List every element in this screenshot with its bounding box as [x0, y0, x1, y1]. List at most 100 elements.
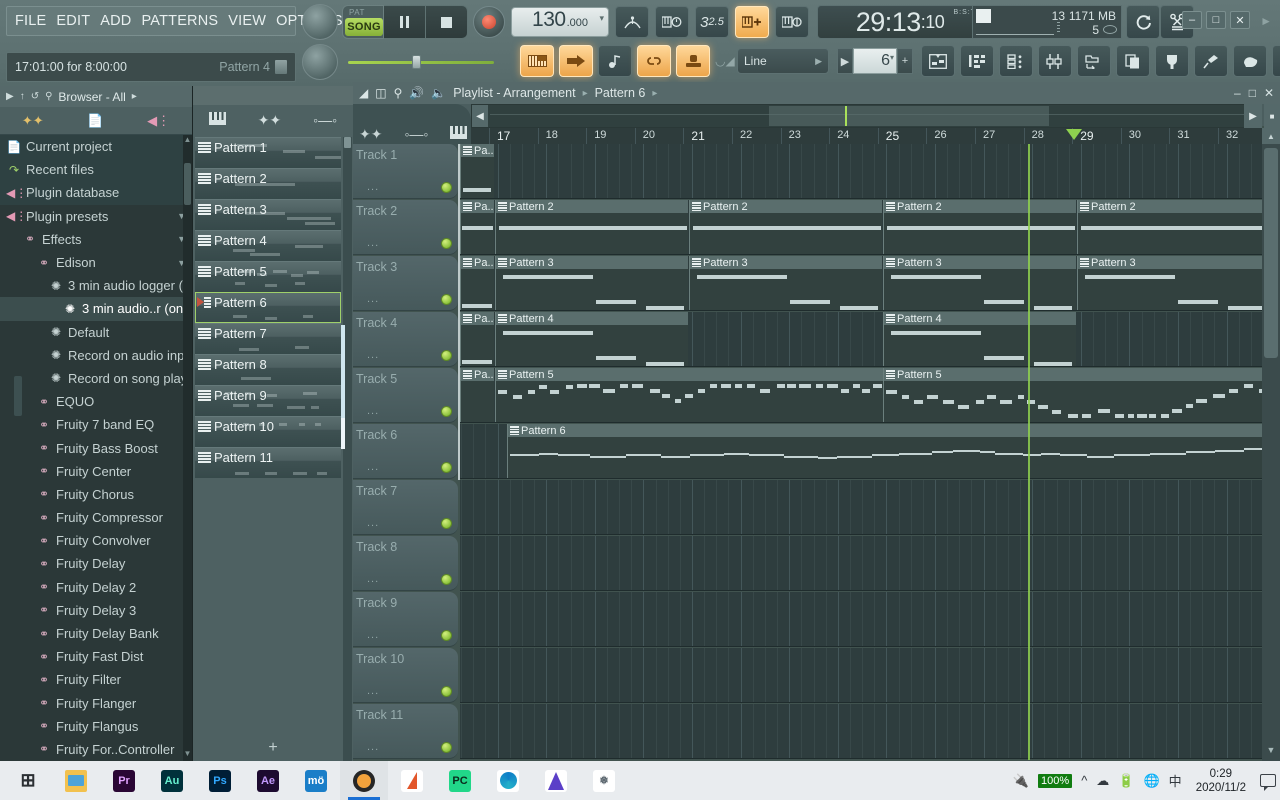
- overview-left-button[interactable]: ◀: [472, 105, 488, 127]
- playlist-clip[interactable]: Pattern 2: [495, 200, 688, 255]
- track-header-4[interactable]: Track 4...: [353, 312, 458, 367]
- network-icon[interactable]: 🌐: [1143, 773, 1159, 789]
- playlist-clip[interactable]: Pa..1: [460, 144, 494, 199]
- pattern-item-11[interactable]: Pattern 11: [195, 447, 341, 478]
- browser-item-fruity-delay-2[interactable]: ⚭ Fruity Delay 2: [0, 576, 192, 599]
- tray-expand-icon[interactable]: ^: [1081, 773, 1087, 788]
- menu-item-view[interactable]: VIEW: [228, 13, 266, 29]
- song-mode-label[interactable]: SONG: [345, 18, 383, 36]
- playhead-marker[interactable]: [1066, 129, 1082, 140]
- piano-roll-button[interactable]: [520, 45, 554, 77]
- playlist-clip[interactable]: Pa..4: [460, 312, 494, 367]
- step-sequencer-button[interactable]: [559, 45, 593, 77]
- pattern-item-9[interactable]: Pattern 9: [195, 385, 341, 416]
- browser-item-fruity-chorus[interactable]: ⚭ Fruity Chorus: [0, 483, 192, 506]
- zoom-icon[interactable]: ⚲: [394, 86, 403, 100]
- track-enable-led[interactable]: [441, 574, 452, 585]
- track-options-icon[interactable]: ...: [367, 181, 379, 193]
- playlist-scroll-up-icon[interactable]: ▲: [1262, 128, 1280, 144]
- playlist-clip[interactable]: Pattern 6: [507, 424, 1262, 479]
- browser-button[interactable]: [1077, 45, 1111, 77]
- track-options-icon[interactable]: ...: [367, 517, 379, 529]
- browser-item-record-on-song-playback[interactable]: ✺ Record on song playback: [0, 367, 192, 390]
- taskbar-adobe-audition[interactable]: Au: [148, 761, 196, 800]
- browser-item-fruity-7-band-eq[interactable]: ⚭ Fruity 7 band EQ: [0, 413, 192, 436]
- taskbar-pycharm[interactable]: PC: [436, 761, 484, 800]
- track-header-10[interactable]: Track 10...: [353, 648, 458, 703]
- power-plug-icon[interactable]: 🔌: [1013, 773, 1029, 789]
- track-lane-9[interactable]: [460, 592, 1262, 647]
- taskbar-musescore[interactable]: mö: [292, 761, 340, 800]
- onedrive-icon[interactable]: ☁: [1096, 773, 1109, 789]
- export-button[interactable]: [1272, 45, 1280, 77]
- track-lane-2[interactable]: Pa..2 Pattern 2 Pattern 2 Pattern 2 Pattern …: [460, 200, 1262, 255]
- notifications-icon[interactable]: [1260, 774, 1276, 787]
- taskbar-unknown-purple-app[interactable]: [532, 761, 580, 800]
- browser-menu-arrow-icon[interactable]: ▶: [6, 91, 14, 102]
- time-display-panel[interactable]: 29:13 :10 B:S:T: [817, 5, 983, 39]
- automation-tab-icon[interactable]: ◦—◦: [313, 112, 337, 128]
- taskbar-adobe-after-effects[interactable]: Ae: [244, 761, 292, 800]
- master-pitch-knob[interactable]: [302, 4, 338, 40]
- project-bones-button[interactable]: [1194, 45, 1228, 77]
- playlist-clip[interactable]: Pattern 2: [1077, 200, 1262, 255]
- taskbar-adobe-premiere[interactable]: Pr: [100, 761, 148, 800]
- track-options-icon[interactable]: ...: [367, 237, 379, 249]
- browser-item-default[interactable]: ✺ Default: [0, 321, 192, 344]
- track-enable-led[interactable]: [441, 350, 452, 361]
- menu-item-add[interactable]: ADD: [100, 13, 131, 29]
- pattern-item-3[interactable]: Pattern 3: [195, 199, 341, 230]
- browser-item-current-project[interactable]: 📄 Current project: [0, 135, 192, 158]
- chan-mode-icon[interactable]: ◦—◦: [404, 126, 428, 143]
- mixer-button[interactable]: [921, 45, 955, 77]
- browser-item-fruity-center[interactable]: ⚭ Fruity Center: [0, 460, 192, 483]
- track-options-icon[interactable]: ...: [367, 573, 379, 585]
- track-lane-4[interactable]: Pa..4Pattern 4Pattern 4: [460, 312, 1262, 367]
- taskbar-snowflake-app[interactable]: ❅: [580, 761, 628, 800]
- pattern-scrollbar[interactable]: [343, 137, 352, 761]
- playlist-clip[interactable]: Pa..2: [460, 200, 494, 255]
- browser-resize-grip[interactable]: [14, 376, 22, 416]
- playlist-close-button[interactable]: ✕: [1264, 86, 1274, 100]
- pattern-item-1[interactable]: Pattern 1: [195, 137, 341, 168]
- playlist-ruler[interactable]: 17 18 19 20 21 22 23 24 25 26 27 28 29 30 31 32: [471, 128, 1262, 144]
- track-enable-led[interactable]: [441, 742, 452, 753]
- pat-mode-icon[interactable]: [450, 126, 467, 143]
- detached-icon[interactable]: ◢: [359, 86, 368, 100]
- track-lane-11[interactable]: [460, 704, 1262, 759]
- browser-item-fruity-flangus[interactable]: ⚭ Fruity Flangus: [0, 715, 192, 738]
- ime-language-icon[interactable]: 中: [1169, 771, 1182, 790]
- typing-keyboard-to-piano-button[interactable]: [735, 6, 769, 38]
- pattern-item-4[interactable]: Pattern 4: [195, 230, 341, 261]
- track-lane-5[interactable]: Pa..5Pattern 5Pattern 5: [460, 368, 1262, 423]
- playlist-clip[interactable]: Pa..5: [460, 368, 494, 423]
- browser-item-fruity-bass-boost[interactable]: ⚭ Fruity Bass Boost: [0, 436, 192, 459]
- browser-item-3-min-audio-r-on-play[interactable]: ✺3 min audio..r (on play): [0, 297, 192, 320]
- pattern-item-7[interactable]: Pattern 7: [195, 323, 341, 354]
- playlist-minimize-button[interactable]: –: [1234, 86, 1241, 100]
- track-header-3[interactable]: Track 3...: [353, 256, 458, 311]
- playlist-clip[interactable]: Pattern 4: [883, 312, 1076, 367]
- track-header-1[interactable]: Track 1...: [353, 144, 458, 199]
- browser-item-fruity-flanger[interactable]: ⚭ Fruity Flanger: [0, 692, 192, 715]
- track-options-icon[interactable]: ...: [367, 461, 379, 473]
- track-enable-led[interactable]: [441, 406, 452, 417]
- playlist-tracks[interactable]: Track 1...Pa..1Track 2...Pa..2Pattern 2P…: [353, 144, 1262, 761]
- playlist-clip[interactable]: Pattern 2: [689, 200, 882, 255]
- playlist-clip[interactable]: Pattern 4: [495, 312, 688, 367]
- playlist-window-button[interactable]: [999, 45, 1033, 77]
- taskbar-matlab[interactable]: [388, 761, 436, 800]
- tempo-spinner-icon[interactable]: ▾: [599, 14, 604, 22]
- solo-icon[interactable]: 🔈: [431, 86, 446, 100]
- stop-button[interactable]: [426, 5, 468, 39]
- playlist-scroll-down-icon[interactable]: ▼: [1262, 745, 1280, 761]
- track-options-icon[interactable]: ...: [367, 741, 379, 753]
- refresh-plugins-button[interactable]: [1126, 5, 1160, 39]
- track-header-11[interactable]: Track 11...: [353, 704, 458, 759]
- playlist-current-pattern[interactable]: Pattern 6: [595, 86, 646, 100]
- midi-keyboard-button[interactable]: [775, 6, 809, 38]
- close-button[interactable]: ✕: [1230, 11, 1250, 29]
- track-enable-led[interactable]: [441, 630, 452, 641]
- waveform-tab-icon[interactable]: ✦✦: [22, 113, 44, 129]
- menu-item-edit[interactable]: EDIT: [56, 13, 90, 29]
